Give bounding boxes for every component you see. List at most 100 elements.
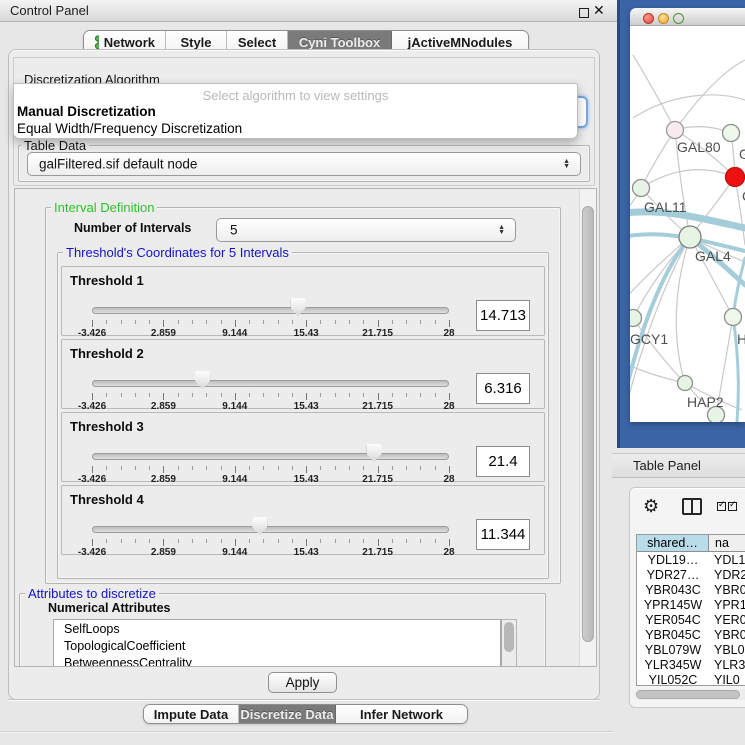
threshold-value-box[interactable]: 14.713	[476, 300, 530, 331]
scrollbar-thumb[interactable]	[636, 690, 740, 699]
settings-scroll-area: Interval Definition Number of Intervals …	[14, 188, 597, 667]
table-cell[interactable]: YBR0	[709, 627, 745, 642]
close-traffic-light-icon[interactable]	[643, 13, 654, 24]
table-cell[interactable]: YDL19…	[637, 552, 709, 567]
table-cell[interactable]: YDL1	[709, 552, 745, 567]
scrollbar-thumb[interactable]	[504, 622, 514, 652]
table-row[interactable]: YBL079WYBL0	[637, 642, 745, 657]
scrollbar-thumb[interactable]	[582, 206, 594, 642]
minimize-traffic-light-icon[interactable]	[658, 13, 669, 24]
tab-infer-network[interactable]: Infer Network	[336, 705, 467, 723]
numerical-attributes-list[interactable]: SelfLoopsTopologicalCoefficientBetweenne…	[53, 619, 501, 667]
network-edge	[630, 237, 690, 422]
table-row[interactable]: YER054CYER0	[637, 612, 745, 627]
table-cell[interactable]: YLR3	[709, 657, 745, 672]
column-header-1[interactable]: na	[709, 535, 745, 551]
table-cell[interactable]: YBL0	[709, 642, 745, 657]
slider-ticks	[92, 539, 449, 547]
interval-definition-title: Interval Definition	[51, 200, 157, 215]
threshold-value-box[interactable]: 11.344	[476, 519, 530, 550]
threshold-slider-track[interactable]	[92, 380, 449, 387]
network-edge	[633, 55, 675, 130]
table-row[interactable]: YDL19…YDL1	[637, 552, 745, 567]
table-hscrollbar[interactable]	[634, 689, 745, 700]
table-cell[interactable]: YBR043C	[637, 582, 709, 597]
tab-discretize-data[interactable]: Discretize Data	[239, 705, 336, 723]
table-panel-header: Table Panel	[612, 453, 745, 478]
table-panel-card: ⚙ ✓ ✓ shared…naYDL19…YDL1YDR27…YDR2YBR04…	[629, 487, 745, 708]
column-header-0[interactable]: shared…	[637, 535, 709, 551]
network-edge	[633, 318, 685, 383]
table-row[interactable]: YIL052CYIL0	[637, 672, 745, 686]
table-cell[interactable]: YER054C	[637, 612, 709, 627]
algorithm-item-manual[interactable]: Manual Discretization	[17, 104, 156, 119]
table-cell[interactable]: YBR045C	[637, 627, 709, 642]
apply-button[interactable]: Apply	[268, 672, 337, 693]
threshold-panel-4: Threshold 4-3.4262.8599.14415.4321.71528…	[61, 485, 545, 555]
attributes-list-scrollbar[interactable]	[501, 619, 517, 667]
threshold-slider-track[interactable]	[92, 526, 449, 533]
combo-arrows-icon: ▲▼	[563, 159, 570, 169]
threshold-value-box[interactable]: 6.316	[476, 373, 530, 404]
table-cell[interactable]: YPR145W	[637, 597, 709, 612]
table-row[interactable]: YDR27…YDR2	[637, 567, 745, 582]
algorithm-item-equal-width[interactable]: Equal Width/Frequency Discretization	[17, 121, 242, 136]
node-gal80[interactable]	[667, 122, 684, 139]
threshold-value-box[interactable]: 21.4	[476, 446, 530, 477]
gear-icon[interactable]: ⚙	[643, 497, 659, 515]
table-data-combobox[interactable]: galFiltered.sif default node ▲▼	[27, 152, 581, 176]
network-window-titlebar	[630, 8, 745, 26]
node-label-gal80: GAL80	[677, 139, 721, 155]
checkbox-icon[interactable]: ✓	[717, 502, 726, 511]
network-canvas[interactable]: GAL80GCGAL11GAL4GCY1HHAP2	[630, 26, 745, 422]
tab-label: Select	[238, 35, 276, 50]
table-cell[interactable]: YIL052C	[637, 672, 709, 686]
apply-label: Apply	[286, 675, 320, 690]
table-cell[interactable]: YBL079W	[637, 642, 709, 657]
settings-scrollbar[interactable]	[579, 189, 596, 666]
split-columns-icon[interactable]	[682, 498, 702, 515]
node-gal4[interactable]	[679, 226, 701, 248]
threshold-label: Threshold 3	[70, 419, 144, 434]
table-cell[interactable]: YLR345W	[637, 657, 709, 672]
slider-ticks	[92, 393, 449, 401]
list-item[interactable]: SelfLoops	[54, 620, 500, 637]
table-row[interactable]: YPR145WYPR1	[637, 597, 745, 612]
table-cell[interactable]: YDR27…	[637, 567, 709, 582]
threshold-panel-2: Threshold 2-3.4262.8599.14415.4321.71528…	[61, 339, 545, 409]
table-cell[interactable]: YBR0	[709, 582, 745, 597]
zoom-traffic-light-icon[interactable]	[673, 13, 684, 24]
combo-arrows-icon: ▲▼	[498, 225, 505, 235]
float-window-icon[interactable]	[579, 8, 589, 18]
list-item[interactable]: TopologicalCoefficient	[54, 637, 500, 654]
table-row[interactable]: YBR045CYBR0	[637, 627, 745, 642]
threshold-panel-1: Threshold 1-3.4262.8599.14415.4321.71528…	[61, 266, 545, 336]
threshold-slider-track[interactable]	[92, 453, 449, 460]
number-of-intervals-combobox[interactable]: 5 ▲▼	[216, 218, 516, 242]
tab-label: Cyni Toolbox	[299, 35, 380, 50]
close-icon[interactable]: ✕	[593, 2, 605, 19]
node-label-hap2: HAP2	[687, 394, 724, 410]
network-window: GAL80GCGAL11GAL4GCY1HHAP2	[630, 8, 745, 422]
node-red[interactable]	[726, 168, 745, 187]
threshold-slider-track[interactable]	[92, 307, 449, 314]
table-row[interactable]: YLR345WYLR3	[637, 657, 745, 672]
node-gal11[interactable]	[633, 180, 650, 197]
checkbox-icon[interactable]: ✓	[728, 502, 737, 511]
node-gcy1[interactable]	[630, 310, 642, 327]
table-data-value: galFiltered.sif default node	[39, 157, 197, 172]
tab-impute-data[interactable]: Impute Data	[144, 705, 239, 723]
table-cell[interactable]: YPR1	[709, 597, 745, 612]
table-cell[interactable]: YDR2	[709, 567, 745, 582]
node-top-right[interactable]	[723, 125, 740, 142]
node-right-mid[interactable]	[725, 309, 742, 326]
table-header-row: shared…na	[637, 535, 745, 552]
attributes-group-title: Attributes to discretize	[25, 586, 159, 601]
table-row[interactable]: YBR043CYBR0	[637, 582, 745, 597]
tab-label: jActiveMNodules	[408, 35, 513, 50]
table-cell[interactable]: YIL0	[709, 672, 745, 686]
network-edge	[641, 170, 735, 188]
list-item[interactable]: BetweennessCentrality	[54, 654, 500, 667]
table-cell[interactable]: YER0	[709, 612, 745, 627]
node-hap2[interactable]	[678, 376, 693, 391]
